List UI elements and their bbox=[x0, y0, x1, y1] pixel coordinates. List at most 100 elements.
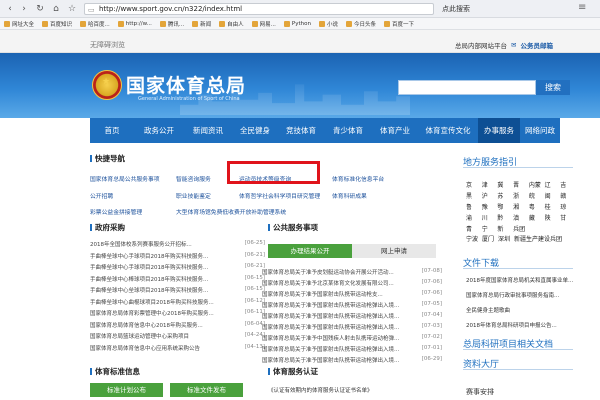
region-link[interactable]: 深圳 bbox=[498, 234, 510, 243]
service-item[interactable]: 国家体育总局关于准予国家射击队携带运动枪弹出入境... [07-04] bbox=[262, 312, 442, 322]
bookmark-item[interactable]: http://w... bbox=[114, 20, 156, 27]
region-link[interactable]: 渝 bbox=[466, 213, 482, 222]
bookmark-item[interactable]: 百度一下 bbox=[380, 20, 418, 28]
service-item[interactable]: 国家体育总局关于准予国家射击队携带运动枪支... [07-06] bbox=[262, 290, 442, 300]
procurement-item[interactable]: 手曲棒垒球中心垒球项目2018年购买科技服务... [06-15] bbox=[90, 286, 265, 296]
region-link[interactable]: 辽 bbox=[545, 180, 561, 189]
service-item[interactable]: 国家体育总局关于准予国家射击队携带运动枪弹出入境... [07-05] bbox=[262, 301, 442, 311]
nav-item[interactable]: 政务公开 bbox=[134, 118, 184, 143]
bookmark-item[interactable]: 今日头条 bbox=[342, 20, 380, 28]
region-link[interactable]: 新 bbox=[497, 224, 513, 233]
nav-item[interactable]: 新闻资讯 bbox=[184, 118, 232, 143]
quick-link[interactable]: 大型体育场馆免费低收费开放补助管理系统 bbox=[176, 207, 286, 216]
bookmark-item[interactable]: 自由人 bbox=[215, 20, 248, 28]
back-icon[interactable]: ‹ bbox=[4, 3, 16, 15]
bookmark-item[interactable]: 小说 bbox=[315, 20, 342, 28]
region-link[interactable]: 冀 bbox=[497, 180, 513, 189]
bookmark-item[interactable]: 网址大全 bbox=[0, 20, 38, 28]
region-link[interactable]: 京 bbox=[466, 180, 482, 189]
region-link[interactable]: 黔 bbox=[497, 213, 513, 222]
bookmark-item[interactable]: 百度知识 bbox=[38, 20, 76, 28]
region-link[interactable]: 苏 bbox=[497, 191, 513, 200]
bookmark-item[interactable]: 新闻 bbox=[188, 20, 215, 28]
region-link[interactable]: 内蒙 bbox=[529, 180, 545, 189]
quick-link[interactable]: 公开招聘 bbox=[90, 191, 113, 200]
region-link[interactable]: 吉 bbox=[560, 180, 576, 189]
procurement-item[interactable]: 国家体育总局篮球运动管理中心采购项目 [04-24] bbox=[90, 332, 265, 342]
region-link[interactable]: 桂 bbox=[545, 202, 561, 211]
region-link[interactable]: 藏 bbox=[529, 213, 545, 222]
nav-item[interactable]: 竞技体育 bbox=[278, 118, 324, 143]
platform-link[interactable]: 总局内部网站平台 bbox=[455, 40, 507, 50]
region-link[interactable]: 黑 bbox=[466, 191, 482, 200]
region-link[interactable]: 滇 bbox=[513, 213, 529, 222]
refresh-icon[interactable]: ↻ bbox=[34, 3, 46, 15]
region-link[interactable]: 鲁 bbox=[466, 202, 482, 211]
nav-item[interactable]: 体育产业 bbox=[372, 118, 418, 143]
procurement-item[interactable]: 手曲棒垒球中心曲棍球项目2018年购买科技服务... [06-12] bbox=[90, 298, 265, 308]
download-link[interactable]: 全民健身主题歌曲 bbox=[466, 306, 510, 314]
quick-link[interactable]: 彩票公益金拼接管理 bbox=[90, 207, 142, 216]
region-link[interactable]: 闽 bbox=[545, 191, 561, 200]
bookmark-item[interactable]: 哈百度... bbox=[76, 20, 114, 28]
nav-item[interactable]: 办事服务 bbox=[478, 118, 520, 143]
region-link[interactable]: 厦门 bbox=[482, 234, 494, 243]
region-link[interactable]: 兵团 bbox=[513, 224, 529, 233]
region-link[interactable]: 浙 bbox=[513, 191, 529, 200]
region-link[interactable]: 陕 bbox=[545, 213, 561, 222]
quick-link[interactable]: 体育科研成果 bbox=[332, 191, 367, 200]
service-item[interactable]: 国家体育总局关于准予中国残疾人射击队携带运动枪弹... [07-02] bbox=[262, 334, 442, 344]
site-search-button[interactable]: 搜索 bbox=[536, 80, 570, 95]
nav-item[interactable]: 全民健身 bbox=[232, 118, 278, 143]
service-item[interactable]: 国家体育总局关于准予国家射击队携带运动枪弹出入境... [07-01] bbox=[262, 345, 442, 355]
download-link[interactable]: 2018年体育总局科研项目申报公告... bbox=[466, 321, 557, 329]
download-link[interactable]: 2018年度国家体育总局机关和直属事业单... bbox=[466, 276, 573, 284]
procurement-item[interactable]: 国家体育总局体育信息中心应用系统采购公告 [04-13] bbox=[90, 344, 265, 354]
nav-item[interactable]: 青少体育 bbox=[324, 118, 372, 143]
certification-link[interactable]: 《认证有效期内的体育服务认证证书名单》 bbox=[268, 386, 373, 394]
home-icon[interactable]: ⌂ bbox=[50, 3, 62, 15]
site-search-input[interactable] bbox=[398, 80, 536, 95]
region-link[interactable]: 甘 bbox=[560, 213, 576, 222]
procurement-item[interactable]: 2018年全国体校系列赛事服务公开招标... [06-25] bbox=[90, 240, 265, 250]
browser-menu-icon[interactable]: ≡ bbox=[578, 2, 586, 13]
region-link[interactable]: 琼 bbox=[560, 202, 576, 211]
research-docs-title[interactable]: 总局科研项目相关文档 bbox=[463, 337, 573, 350]
region-link[interactable]: 晋 bbox=[513, 180, 529, 189]
bookmark-item[interactable]: 网易... bbox=[248, 20, 280, 28]
schedule-link[interactable]: 赛事安排 bbox=[466, 387, 494, 397]
region-link[interactable]: 宁 bbox=[482, 224, 498, 233]
quick-link[interactable]: 职业技能鉴定 bbox=[176, 191, 211, 200]
procurement-item[interactable]: 手曲棒垒球中心手球项目2018年购买科技服务... [06-21] bbox=[90, 263, 265, 273]
region-link[interactable]: 宁波 bbox=[466, 234, 478, 243]
browser-search-box[interactable]: 点此搜索 bbox=[440, 3, 560, 15]
region-link[interactable]: 豫 bbox=[482, 202, 498, 211]
nav-item[interactable]: 体育宣传文化 bbox=[418, 118, 478, 143]
region-link[interactable]: 鄂 bbox=[497, 202, 513, 211]
region-link[interactable]: 皖 bbox=[529, 191, 545, 200]
bookmark-item[interactable]: 腾讯... bbox=[156, 20, 188, 28]
tab-results[interactable]: 办理结果公开 bbox=[268, 244, 352, 258]
procurement-item[interactable]: 国家体育总局体育彩票管理中心2018年购买服务... [06-11] bbox=[90, 309, 265, 319]
nav-item[interactable]: 首页 bbox=[90, 118, 134, 143]
material-hall-title[interactable]: 资料大厅 bbox=[463, 357, 573, 370]
region-link[interactable]: 沪 bbox=[482, 191, 498, 200]
region-link[interactable]: 粤 bbox=[529, 202, 545, 211]
region-link[interactable]: 津 bbox=[482, 180, 498, 189]
standard-file-button[interactable]: 标准文件发布 bbox=[170, 383, 243, 397]
service-item[interactable]: 国家体育总局关于准予国家射击队携带运动枪弹出入境... [07-03] bbox=[262, 323, 442, 333]
service-item[interactable]: 国家体育总局关于准予国家射击队携带运动枪弹出入境... [06-29] bbox=[262, 356, 442, 366]
region-link[interactable]: 新疆生产建设兵团 bbox=[514, 234, 562, 243]
standard-plan-button[interactable]: 标准计划公布 bbox=[90, 383, 163, 397]
quick-link[interactable]: 智能咨询服务 bbox=[176, 174, 211, 183]
region-link[interactable]: 赣 bbox=[560, 191, 576, 200]
forward-icon[interactable]: › bbox=[18, 3, 30, 15]
service-item[interactable]: 国家体育总局关于准予皮划艇运动协会开展公开活动... [07-08] bbox=[262, 268, 442, 278]
mail-link[interactable]: 公务员邮箱 bbox=[520, 40, 553, 50]
procurement-item[interactable]: 手曲棒垒球中心手球项目2018年购买科技服务... [06-21] bbox=[90, 252, 265, 262]
service-item[interactable]: 国家体育总局关于准予北京某体育文化发展有限公司... [07-06] bbox=[262, 279, 442, 289]
procurement-item[interactable]: 手曲棒垒球中心棒球项目2018年购买科技服务... [06-15] bbox=[90, 275, 265, 285]
bookmark-item[interactable]: Python bbox=[280, 20, 315, 27]
quick-link[interactable]: 国家体育总局公共服务事项 bbox=[90, 174, 160, 183]
region-link[interactable]: 湘 bbox=[513, 202, 529, 211]
